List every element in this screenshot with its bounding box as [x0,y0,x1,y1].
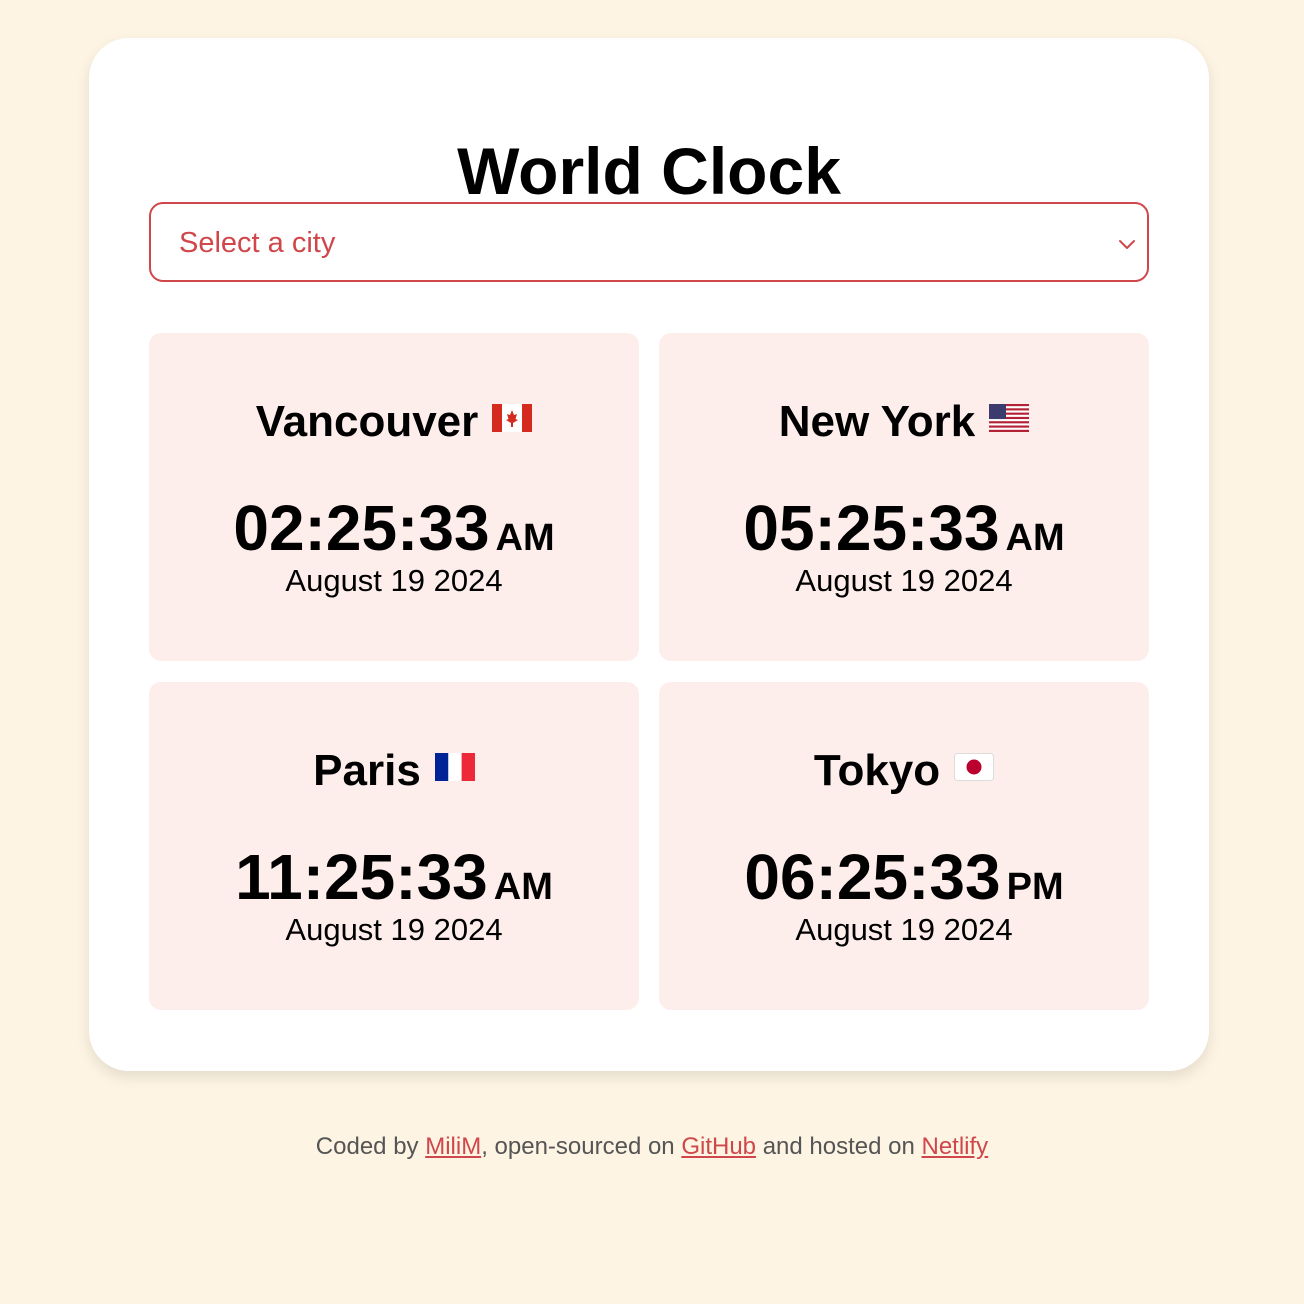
clock-time-tokyo: 06:25:33 PM [659,842,1149,922]
city-label: Vancouver [255,397,479,446]
city-select-placeholder: Select a city [179,227,336,259]
page-title: World Clock [457,134,841,208]
canada-flag-icon [492,404,533,433]
time-value: 05:25:33 [743,492,1000,564]
footer-middle: , open-sourced on [481,1133,682,1160]
clock-time-vancouver: 02:25:33 AM [149,493,639,573]
footer: Coded by MiliM, open-sourced on GitHub a… [0,1130,1304,1164]
ampm-label: PM [1006,866,1064,908]
date-vancouver: August 19 2024 [285,563,503,598]
city-card-paris: Paris 11:25:33 AM August 19 2024 [149,682,639,1010]
city-name-tokyo: Tokyo [659,746,1149,796]
ampm-label: AM [493,866,553,908]
time-value: 06:25:33 [744,841,1001,913]
city-card-vancouver: Vancouver 02:25:33 AM August 19 2024 [149,333,639,661]
city-name-paris: Paris [149,746,639,796]
city-label: Tokyo [813,746,941,795]
city-select[interactable]: Select a city [149,202,1149,282]
date-tokyo: August 19 2024 [795,912,1013,947]
footer-suffix: and hosted on [756,1133,922,1160]
japan-flag-icon [954,753,995,782]
chevron-down-icon [1119,240,1135,249]
city-name-vancouver: Vancouver [149,397,639,447]
author-link[interactable]: MiliM [425,1133,481,1160]
clock-time-new-york: 05:25:33 AM [659,493,1149,573]
netlify-link[interactable]: Netlify [922,1133,989,1160]
ampm-label: AM [1005,517,1065,559]
clock-time-paris: 11:25:33 AM [149,842,639,922]
city-card-new-york: New York 05:25:33 AM August 19 2024 [659,333,1149,661]
city-label: New York [778,397,976,446]
usa-flag-icon [989,404,1030,433]
github-link[interactable]: GitHub [681,1133,756,1160]
world-clock-card: World Clock Select a city Vancouver 02:2… [89,38,1209,1071]
date-new-york: August 19 2024 [795,563,1013,598]
city-label: Paris [313,746,421,795]
city-name-new-york: New York [659,397,1149,447]
footer-prefix: Coded by [315,1133,426,1160]
france-flag-icon [434,753,475,782]
ampm-label: AM [495,517,555,559]
time-value: 11:25:33 [235,841,488,913]
city-card-tokyo: Tokyo 06:25:33 PM August 19 2024 [659,682,1149,1010]
time-value: 02:25:33 [233,492,490,564]
date-paris: August 19 2024 [285,912,503,947]
